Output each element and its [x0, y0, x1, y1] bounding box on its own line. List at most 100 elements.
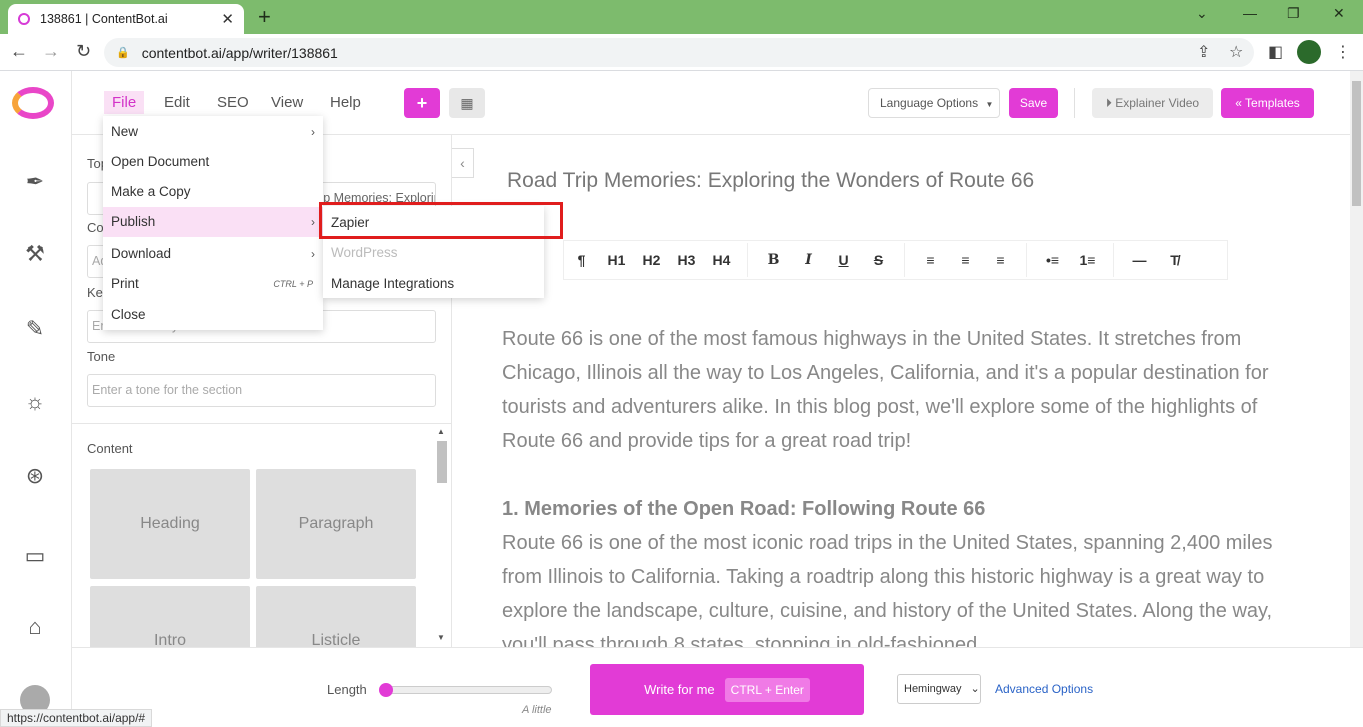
- contentbot-logo[interactable]: [12, 87, 54, 119]
- align-right-button[interactable]: ≡: [983, 252, 1018, 268]
- length-slider-handle[interactable]: [379, 683, 393, 697]
- back-icon[interactable]: ←: [10, 41, 28, 62]
- reload-icon[interactable]: ↻: [76, 41, 91, 62]
- h2-button[interactable]: H2: [634, 252, 669, 268]
- circles-icon[interactable]: ⊛: [22, 463, 48, 489]
- toolbar-separator: [1026, 243, 1027, 277]
- url-field[interactable]: 🔒 contentbot.ai/app/writer/138861: [104, 38, 1254, 67]
- page-scrollbar[interactable]: [1350, 71, 1363, 647]
- h4-button[interactable]: H4: [704, 252, 739, 268]
- bottom-generate-bar: Length A little Write for me CTRL + Ente…: [72, 647, 1363, 727]
- write-shortcut-badge: CTRL + Enter: [724, 677, 810, 702]
- layout-toggle-button[interactable]: ▦: [449, 88, 485, 118]
- browser-menu-icon[interactable]: ⋮: [1335, 42, 1351, 62]
- lightbulb-icon[interactable]: ☼: [22, 389, 48, 415]
- h3-button[interactable]: H3: [669, 252, 704, 268]
- tone-input[interactable]: Enter a tone for the section: [87, 374, 436, 407]
- writing-style-value: Hemingway: [904, 683, 962, 695]
- folder-icon[interactable]: ▭: [22, 543, 48, 569]
- clear-format-button[interactable]: T̸: [1157, 252, 1192, 268]
- play-icon: ⏵: [1105, 96, 1112, 110]
- file-menu-make-copy[interactable]: Make a Copy: [103, 177, 323, 207]
- file-menu-download-label: Download: [111, 246, 172, 261]
- align-center-button[interactable]: ≡: [948, 252, 983, 268]
- chevron-right-icon: ›: [311, 247, 315, 261]
- menu-view[interactable]: View: [263, 91, 311, 114]
- align-left-button[interactable]: ≡: [913, 252, 948, 268]
- file-menu-close[interactable]: Close: [103, 300, 323, 330]
- share-icon[interactable]: ⇪: [1197, 42, 1210, 62]
- bullet-list-button[interactable]: •≡: [1035, 252, 1070, 268]
- editor-format-toolbar: ¶ H1 H2 H3 H4 B I U S ≡ ≡ ≡ •≡ 1≡ — T̸: [563, 240, 1228, 280]
- document-title[interactable]: Road Trip Memories: Exploring the Wonder…: [507, 169, 1034, 193]
- restore-icon[interactable]: ❐: [1287, 5, 1300, 22]
- file-menu-publish[interactable]: Publish ›: [103, 207, 323, 237]
- close-window-icon[interactable]: ✕: [1333, 5, 1345, 22]
- menu-help[interactable]: Help: [322, 91, 369, 114]
- file-menu-dropdown: New › Open Document Make a Copy Publish …: [103, 116, 323, 330]
- browser-tab[interactable]: 138861 | ContentBot.ai ✕: [8, 4, 244, 34]
- file-menu-open-document[interactable]: Open Document: [103, 147, 323, 177]
- double-chevron-left-icon: «: [1235, 96, 1242, 110]
- content-paragraph: Route 66 is one of the most iconic road …: [502, 532, 1273, 656]
- file-menu-print[interactable]: Print CTRL + P: [103, 269, 323, 299]
- new-tab-icon[interactable]: +: [258, 4, 271, 30]
- panel-scrollbar[interactable]: ▲ ▼: [436, 427, 448, 647]
- horizontal-rule-button[interactable]: —: [1122, 252, 1157, 268]
- side-panel-icon[interactable]: ◧: [1268, 42, 1283, 62]
- paragraph-button[interactable]: ¶: [564, 252, 599, 268]
- menu-seo[interactable]: SEO: [209, 91, 257, 114]
- collapse-panel-button[interactable]: ‹: [452, 148, 474, 178]
- strikethrough-button[interactable]: S: [861, 252, 896, 268]
- forward-icon[interactable]: →: [42, 41, 60, 62]
- tile-paragraph[interactable]: Paragraph: [256, 469, 416, 579]
- numbered-list-button[interactable]: 1≡: [1070, 252, 1105, 268]
- file-menu-print-label: Print: [111, 276, 139, 291]
- url-text: contentbot.ai/app/writer/138861: [141, 44, 338, 61]
- panel-scrollbar-thumb[interactable]: [437, 441, 447, 483]
- write-for-me-button[interactable]: Write for me CTRL + Enter: [590, 664, 864, 715]
- tools-icon[interactable]: ⚒: [22, 241, 48, 267]
- add-button[interactable]: +: [404, 88, 440, 118]
- italic-button[interactable]: I: [791, 252, 826, 268]
- templates-button[interactable]: « Templates: [1221, 88, 1314, 118]
- file-menu-new[interactable]: New ›: [103, 117, 323, 147]
- file-menu-download[interactable]: Download ›: [103, 239, 323, 269]
- length-value-label: A little: [522, 704, 552, 716]
- edit-note-icon[interactable]: ✎: [22, 316, 48, 342]
- page-scrollbar-thumb[interactable]: [1352, 81, 1361, 206]
- explainer-video-button[interactable]: ⏵ Explainer Video: [1092, 88, 1213, 118]
- left-icon-rail: ✒ ⚒ ✎ ☼ ⊛ ▭ ⌂: [0, 71, 72, 727]
- scroll-down-icon[interactable]: ▼: [437, 633, 445, 642]
- tile-heading[interactable]: Heading: [90, 469, 250, 579]
- caret-down-icon: ▼: [985, 100, 994, 109]
- advanced-options-link[interactable]: Advanced Options: [995, 682, 1093, 696]
- close-tab-icon[interactable]: ✕: [221, 10, 234, 28]
- scroll-up-icon[interactable]: ▲: [437, 427, 445, 436]
- h1-button[interactable]: H1: [599, 252, 634, 268]
- publish-manage-integrations[interactable]: Manage Integrations: [323, 269, 544, 299]
- profile-avatar[interactable]: [1297, 40, 1321, 64]
- minimize-icon[interactable]: —: [1243, 5, 1257, 21]
- language-options-select[interactable]: Language Options ▼: [868, 88, 1000, 118]
- write-for-me-label: Write for me: [644, 682, 715, 697]
- toolbar-separator: [1113, 243, 1114, 277]
- zapier-highlight-box: [319, 202, 563, 239]
- tag-icon[interactable]: ⌂: [22, 614, 48, 640]
- status-url-tooltip: https://contentbot.ai/app/#: [0, 709, 153, 727]
- save-button[interactable]: Save: [1009, 88, 1058, 118]
- underline-button[interactable]: U: [826, 252, 861, 268]
- feather-pen-icon[interactable]: ✒: [22, 169, 48, 195]
- tone-label: Tone: [87, 349, 116, 364]
- tab-search-icon[interactable]: ⌄: [1196, 5, 1208, 22]
- editor-content[interactable]: Route 66 is one of the most famous highw…: [502, 322, 1282, 662]
- file-menu-new-label: New: [111, 124, 139, 139]
- menu-edit[interactable]: Edit: [156, 91, 198, 114]
- publish-wordpress[interactable]: WordPress: [323, 238, 544, 268]
- file-menu-close-label: Close: [111, 307, 146, 322]
- writing-style-select[interactable]: Hemingway ⌄: [897, 674, 981, 704]
- bookmark-star-icon[interactable]: ☆: [1229, 42, 1243, 62]
- menu-file[interactable]: File: [104, 91, 145, 114]
- length-slider[interactable]: [379, 683, 552, 697]
- bold-button[interactable]: B: [756, 252, 791, 268]
